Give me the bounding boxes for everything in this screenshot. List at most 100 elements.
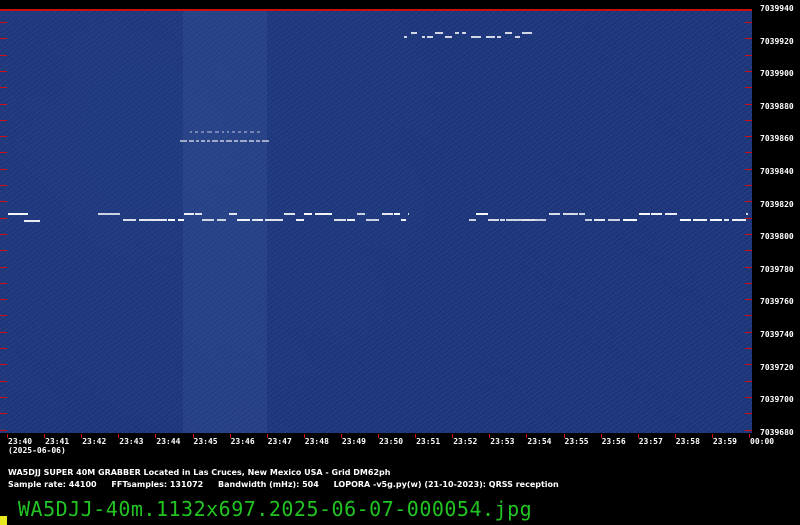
signal-segment xyxy=(476,213,488,215)
time-tick xyxy=(563,434,565,438)
tick-mark xyxy=(0,315,7,317)
signal-segment xyxy=(585,219,592,221)
tick-mark xyxy=(0,380,7,382)
tick-mark xyxy=(0,136,7,138)
signal-segment xyxy=(227,131,229,133)
right-tick-marks xyxy=(745,9,752,433)
signal-segment xyxy=(488,219,499,221)
signal-segment xyxy=(240,140,247,142)
tick-mark xyxy=(0,413,7,415)
time-label: 23:53 xyxy=(490,437,515,446)
top-marker-line xyxy=(0,9,752,11)
time-label: 23:46 xyxy=(230,437,255,446)
signal-segment xyxy=(315,213,332,215)
signal-segment xyxy=(462,32,466,34)
signal-segment xyxy=(357,213,365,215)
signal-segment xyxy=(168,219,175,221)
signal-segment xyxy=(262,140,269,142)
signal-segment xyxy=(408,213,409,215)
signal-segment xyxy=(693,219,707,221)
tick-mark xyxy=(745,299,752,301)
signal-segment xyxy=(109,213,120,215)
software-version: LOPORA -v5g.py(w) (21-10-2023): QRSS rec… xyxy=(333,480,559,489)
frequency-label: 7039700 xyxy=(760,395,794,405)
tick-mark xyxy=(745,331,752,333)
tick-mark xyxy=(745,380,752,382)
signal-segment xyxy=(244,131,247,133)
signal-segment xyxy=(123,219,136,221)
tick-mark xyxy=(745,38,752,40)
tick-mark xyxy=(745,168,752,170)
frequency-label: 7039880 xyxy=(760,101,794,111)
signal-segment xyxy=(195,131,198,133)
tick-mark xyxy=(745,233,752,235)
signal-segment xyxy=(24,220,40,222)
signal-segment xyxy=(665,213,677,215)
signal-segment xyxy=(304,213,312,215)
signal-segment xyxy=(153,219,167,221)
tick-mark xyxy=(0,364,7,366)
time-tick xyxy=(378,434,379,438)
signal-segment xyxy=(394,213,400,215)
tick-mark xyxy=(0,217,7,219)
time-tick xyxy=(303,434,305,438)
tick-mark xyxy=(0,70,7,72)
signal-segment xyxy=(651,213,662,215)
tick-mark xyxy=(0,22,7,23)
signal-segment xyxy=(237,219,250,221)
tick-mark xyxy=(0,348,7,349)
signal-segment xyxy=(710,219,722,221)
frequency-label: 7039800 xyxy=(760,232,794,242)
left-tick-marks xyxy=(0,9,7,433)
signal-segment xyxy=(724,219,729,221)
frequency-label: 7039920 xyxy=(760,36,794,46)
signal-segment xyxy=(639,213,650,215)
signal-segment xyxy=(455,32,459,34)
signal-segment xyxy=(296,219,304,221)
signal-segment xyxy=(401,219,406,221)
tick-mark xyxy=(0,299,7,301)
tick-mark xyxy=(745,266,752,268)
tick-mark xyxy=(0,152,7,154)
time-tick xyxy=(192,434,194,438)
signal-segment xyxy=(229,213,237,215)
signal-segment xyxy=(522,219,535,221)
signal-segment xyxy=(486,36,495,38)
tick-mark xyxy=(745,282,752,284)
signal-segment xyxy=(202,219,214,221)
signal-segment xyxy=(238,131,241,133)
tick-mark xyxy=(745,364,752,366)
tick-mark xyxy=(745,396,752,398)
time-label: 23:44 xyxy=(156,437,181,446)
signal-segment xyxy=(522,32,532,34)
time-label: 00:00 xyxy=(750,437,775,446)
time-label: 23:49 xyxy=(341,437,366,446)
signal-segment xyxy=(249,140,254,142)
time-label: 23:55 xyxy=(564,437,589,446)
time-tick xyxy=(7,434,8,438)
tick-mark xyxy=(0,185,7,186)
frequency-label: 7039740 xyxy=(760,330,794,339)
signal-segment xyxy=(732,219,746,221)
parameters-line: Sample rate: 44100 FFTsamples: 131072 Ba… xyxy=(8,479,571,491)
time-label: 23:47 xyxy=(267,437,292,446)
time-tick xyxy=(155,434,157,438)
tick-mark xyxy=(745,103,752,105)
tick-mark xyxy=(745,217,752,219)
tick-mark xyxy=(0,103,7,105)
tick-mark xyxy=(0,54,7,56)
time-tick xyxy=(637,434,639,438)
tick-mark xyxy=(0,429,7,431)
frequency-axis: 7039940 7039920 7039900 7039880 7039860 70398… xyxy=(752,0,800,440)
time-label: 23:40 xyxy=(8,437,33,446)
signal-segment xyxy=(195,213,202,215)
tick-mark xyxy=(745,152,752,154)
tick-mark xyxy=(745,87,752,89)
tick-mark xyxy=(0,168,7,170)
signal-segment xyxy=(184,213,194,215)
tick-mark xyxy=(745,201,752,203)
time-label: 23:56 xyxy=(601,437,626,446)
signal-segment xyxy=(515,36,520,38)
signal-segment xyxy=(435,32,443,34)
signal-segment xyxy=(265,219,283,221)
